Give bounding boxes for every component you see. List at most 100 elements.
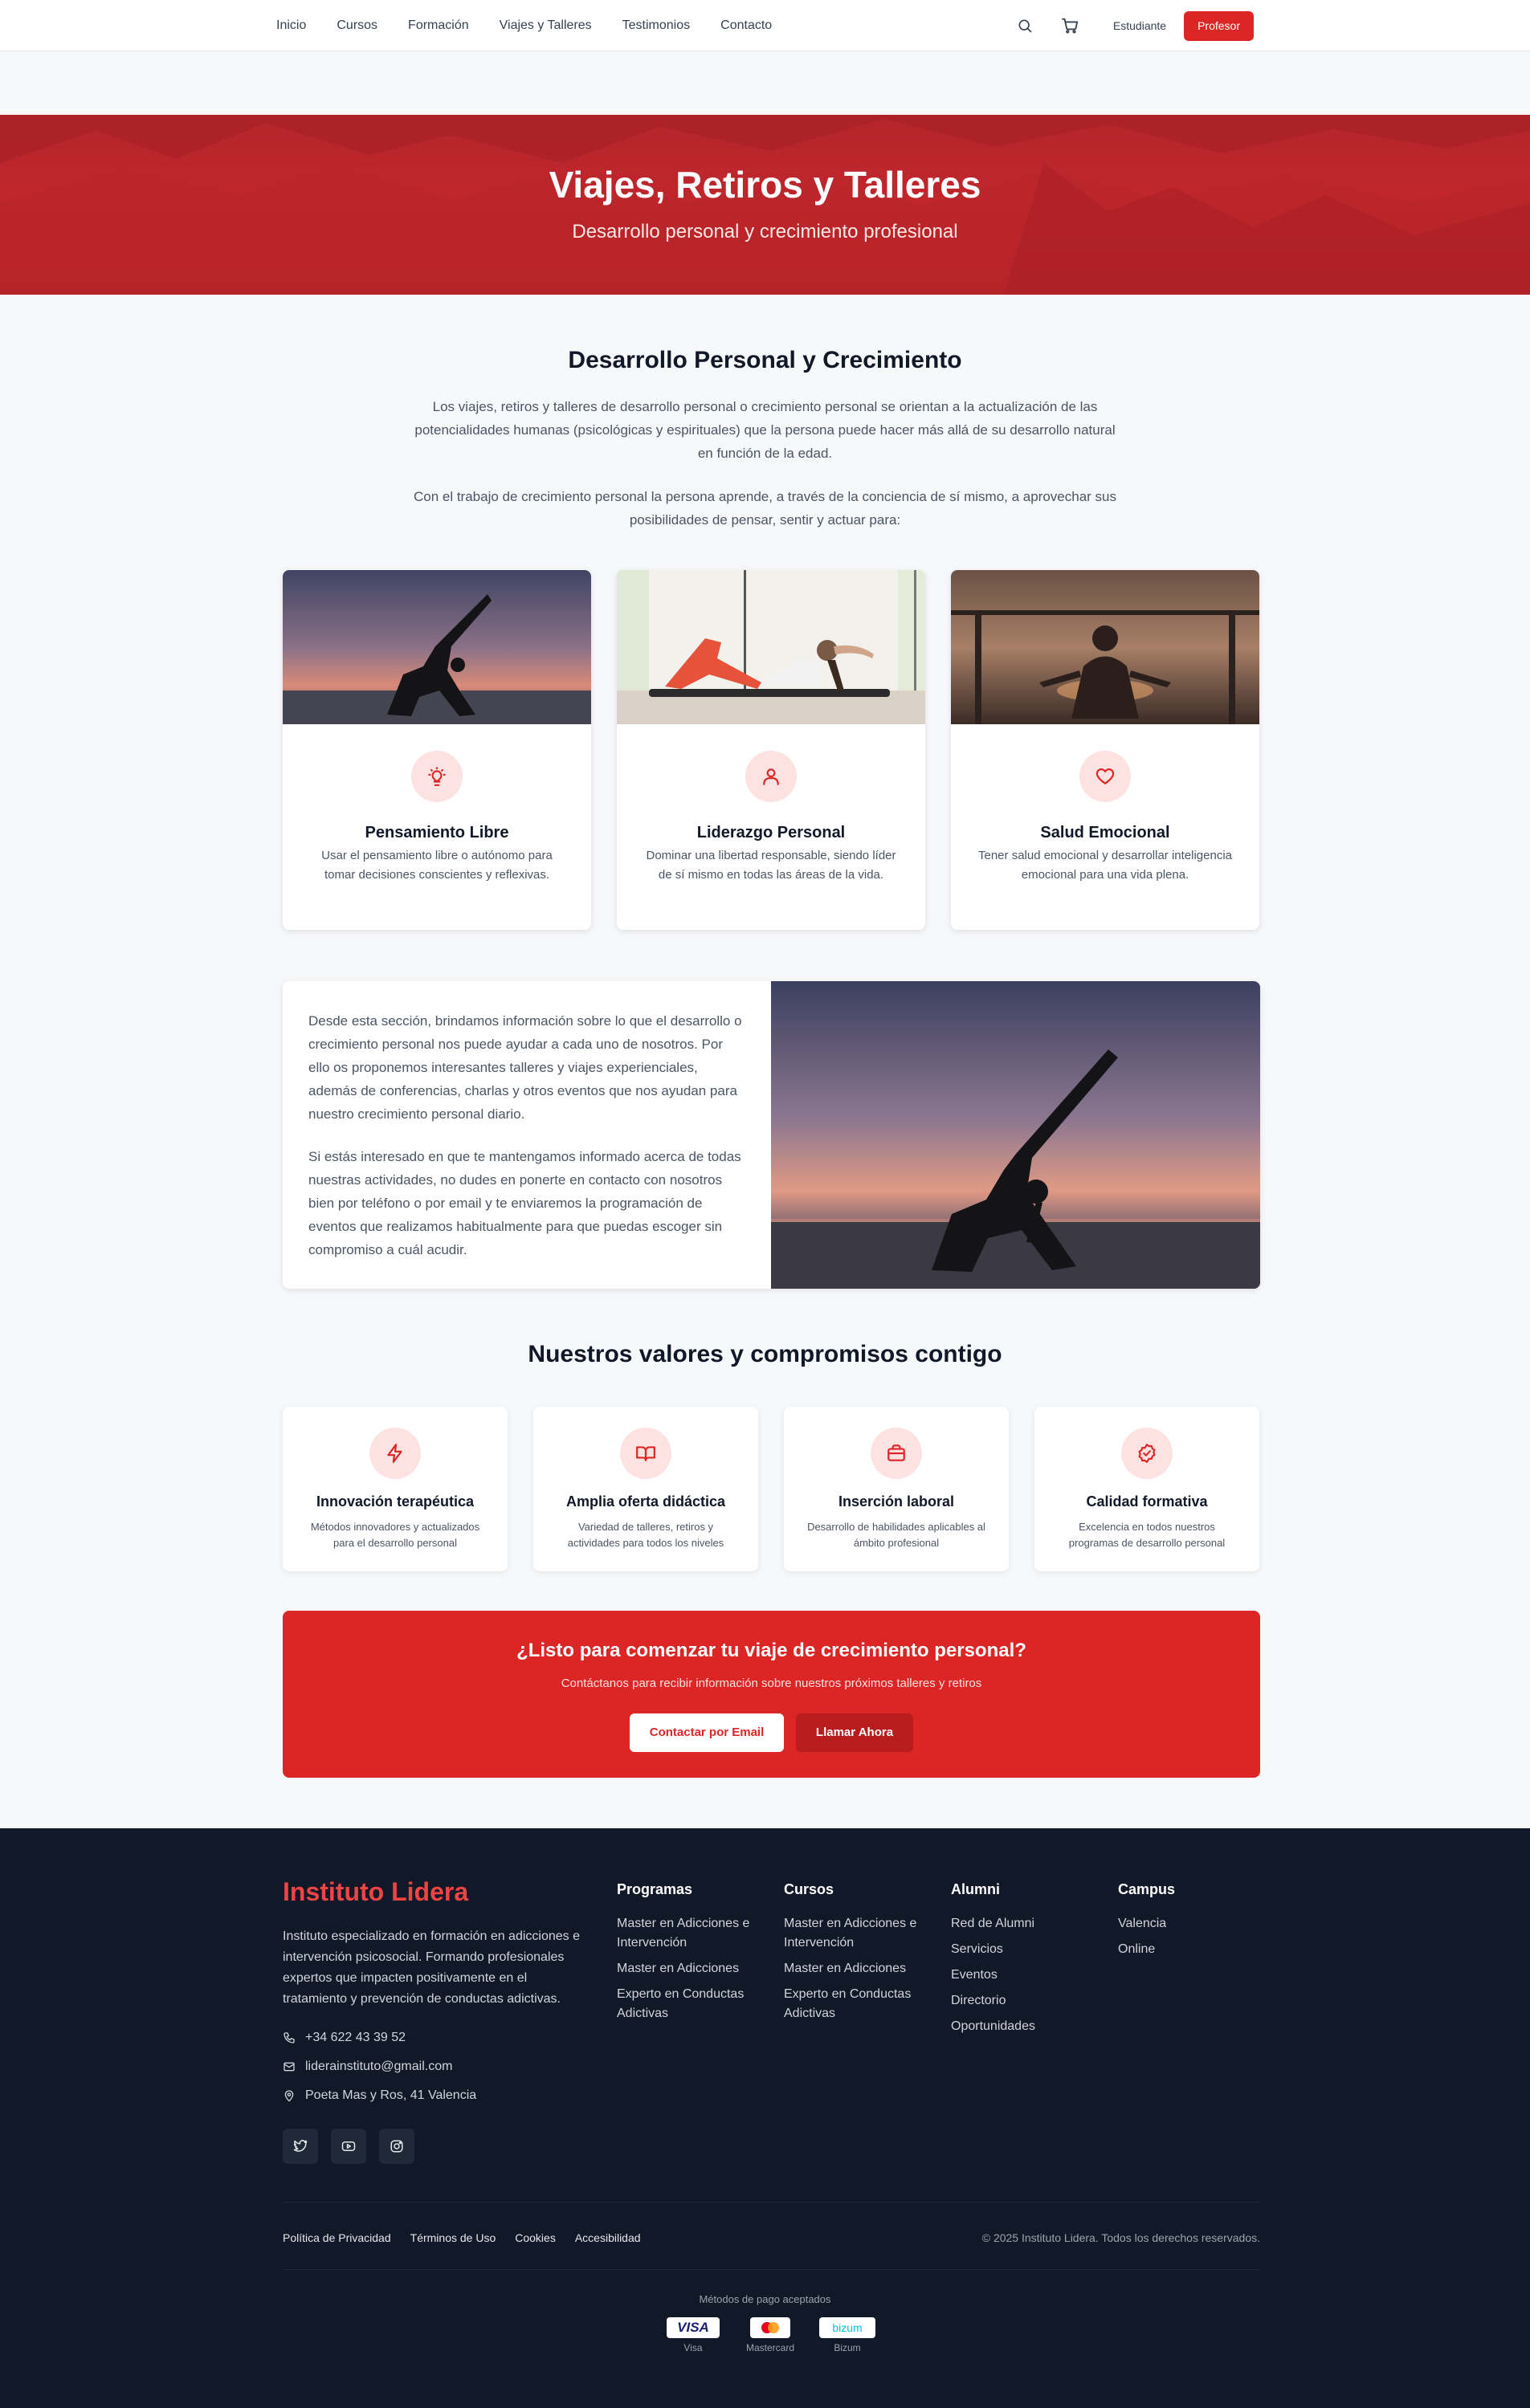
footer-column-alumni: Alumni Red de Alumni Servicios Eventos D…	[951, 1881, 1095, 2043]
footer-link[interactable]: Directorio	[951, 1991, 1095, 2011]
meditation-image	[951, 570, 1259, 724]
footer-link[interactable]: Red de Alumni	[951, 1914, 1095, 1933]
cart-icon	[1061, 18, 1078, 34]
footer-address: Poeta Mas y Ros, 41 Valencia	[283, 2088, 476, 2103]
footer-link[interactable]: Servicios	[951, 1940, 1095, 1959]
footer-column-title: Campus	[1118, 1881, 1176, 1897]
sunset-yoga-image	[283, 570, 591, 724]
feature-card-pensamiento: Pensamiento Libre Usar el pensamiento li…	[283, 570, 591, 930]
footer-link[interactable]: Master en Adicciones	[784, 1959, 928, 1978]
mastercard-icon	[750, 2317, 790, 2338]
nav-link-formacion[interactable]: Formación	[408, 18, 469, 33]
value-card-oferta: Amplia oferta didáctica Variedad de tall…	[533, 1407, 758, 1571]
value-card-innovacion: Innovación terapéutica Métodos innovador…	[283, 1407, 508, 1571]
value-description: Desarrollo de habilidades aplicables al …	[807, 1521, 985, 1549]
youtube-icon	[341, 2141, 356, 2151]
footer-column-campus: Campus Valencia Online	[1118, 1881, 1263, 1966]
feature-icon-circle	[745, 751, 797, 802]
footer-phone[interactable]: +34 622 43 39 52	[283, 2031, 406, 2045]
nav-link-contacto[interactable]: Contacto	[720, 18, 772, 33]
intro-paragraph-1: Los viajes, retiros y talleres de desarr…	[414, 399, 1116, 461]
call-now-button[interactable]: Llamar Ahora	[796, 1713, 913, 1752]
feature-card-liderazgo: Liderazgo Personal Dominar una libertad …	[617, 570, 925, 930]
payment-methods-title: Métodos de pago aceptados	[699, 2293, 831, 2305]
value-description: Excelencia en todos nuestros programas d…	[1068, 1521, 1226, 1549]
feature-description: Dominar una libertad responsable, siendo…	[646, 849, 896, 882]
teacher-button[interactable]: Profesor	[1184, 10, 1254, 41]
value-title: Amplia oferta didáctica	[565, 1493, 726, 1510]
nav-link-inicio[interactable]: Inicio	[276, 18, 306, 33]
payment-bizum: bizum Bizum	[819, 2317, 875, 2353]
copyright: © 2025 Instituto Lidera. Todos los derec…	[981, 2231, 1260, 2244]
twitter-icon	[293, 2140, 308, 2152]
search-button[interactable]	[1009, 10, 1041, 42]
footer-link[interactable]: Valencia	[1118, 1914, 1263, 1933]
hero-title: Viajes, Retiros y Talleres	[549, 164, 981, 206]
value-description: Variedad de talleres, retiros y activida…	[567, 1521, 724, 1549]
footer-email[interactable]: liderainstituto@gmail.com	[283, 2060, 452, 2074]
youtube-button[interactable]	[331, 2129, 366, 2164]
section-title-desarrollo: Desarrollo Personal y Crecimiento	[568, 347, 962, 373]
nav-link-viajes[interactable]: Viajes y Talleres	[500, 18, 592, 33]
footer-link[interactable]: Eventos	[951, 1966, 1095, 1985]
info-paragraph-1: Desde esta sección, brindamos informació…	[308, 1013, 742, 1122]
info-block: Desde esta sección, brindamos informació…	[283, 981, 1260, 1289]
value-card-insercion: Inserción laboral Desarrollo de habilida…	[784, 1407, 1009, 1571]
footer-link[interactable]: Master en Adicciones e Intervención	[784, 1914, 928, 1953]
nav-link-cursos[interactable]: Cursos	[337, 18, 377, 33]
footer-link[interactable]: Experto en Conductas Adictivas	[617, 1985, 769, 2023]
payment-visa: VISA Visa	[667, 2317, 720, 2353]
footer-column-title: Cursos	[784, 1881, 834, 1897]
footer: Instituto Lidera Instituto especializado…	[0, 1828, 1530, 2408]
phone-icon	[284, 2032, 295, 2043]
hero-subtitle: Desarrollo personal y crecimiento profes…	[572, 221, 958, 242]
footer-link[interactable]: Experto en Conductas Adictivas	[784, 1985, 928, 2023]
instagram-icon	[390, 2140, 403, 2153]
footer-link[interactable]: Master en Adicciones	[617, 1959, 769, 1978]
feature-card-salud: Salud Emocional Tener salud emocional y …	[951, 570, 1259, 930]
contact-email-button[interactable]: Contactar por Email	[630, 1713, 784, 1752]
twitter-button[interactable]	[283, 2129, 318, 2164]
phone-text: +34 622 43 39 52	[305, 2031, 406, 2044]
payment-mastercard: Mastercard	[744, 2317, 797, 2353]
top-navbar: Inicio Cursos Formación Viajes y Tallere…	[0, 0, 1530, 51]
footer-link[interactable]: Master en Adicciones e Intervención	[617, 1914, 769, 1953]
footer-brand: Instituto Lidera	[283, 1877, 469, 1906]
feature-description: Usar el pensamiento libre o autónomo par…	[321, 849, 553, 882]
terms-link[interactable]: Términos de Uso	[410, 2231, 496, 2244]
fitness-woman-image	[617, 570, 925, 724]
value-title: Inserción laboral	[838, 1493, 955, 1510]
value-card-calidad: Calidad formativa Excelencia en todos nu…	[1034, 1407, 1259, 1571]
nav-link-testimonios[interactable]: Testimonios	[622, 18, 690, 33]
cart-button[interactable]	[1054, 10, 1086, 42]
user-icon	[763, 768, 779, 785]
feature-title: Pensamiento Libre	[365, 824, 509, 841]
cta-title: ¿Listo para comenzar tu viaje de crecimi…	[516, 1640, 1026, 1661]
bizum-icon: bizum	[819, 2317, 875, 2338]
student-button[interactable]: Estudiante	[1108, 13, 1171, 39]
footer-link[interactable]: Online	[1118, 1940, 1263, 1959]
nav-links: Inicio Cursos Formación Viajes y Tallere…	[276, 18, 802, 33]
privacy-link[interactable]: Política de Privacidad	[283, 2231, 391, 2244]
hero-banner: Viajes, Retiros y Talleres Desarrollo pe…	[0, 115, 1530, 295]
footer-link[interactable]: Oportunidades	[951, 2017, 1095, 2036]
feature-icon-circle	[1079, 751, 1131, 802]
visa-icon: VISA	[667, 2317, 720, 2338]
value-icon-circle	[1121, 1428, 1173, 1479]
cookies-link[interactable]: Cookies	[515, 2231, 556, 2244]
cta-banner: ¿Listo para comenzar tu viaje de crecimi…	[283, 1611, 1260, 1778]
value-description: Métodos innovadores y actualizados para …	[310, 1521, 480, 1549]
badge-check-icon	[1138, 1444, 1156, 1463]
address-text: Poeta Mas y Ros, 41 Valencia	[305, 2088, 477, 2102]
feature-icon-circle	[411, 751, 463, 802]
value-icon-circle	[871, 1428, 922, 1479]
value-icon-circle	[620, 1428, 671, 1479]
feature-description: Tener salud emocional y desarrollar inte…	[978, 849, 1233, 882]
footer-column-title: Alumni	[951, 1881, 1000, 1897]
values-title: Nuestros valores y compromisos contigo	[528, 1341, 1002, 1367]
heart-icon	[1095, 768, 1115, 784]
value-title: Calidad formativa	[1086, 1493, 1208, 1510]
instagram-button[interactable]	[379, 2129, 414, 2164]
footer-description: Instituto especializado en formación en …	[283, 1929, 580, 2006]
accessibility-link[interactable]: Accesibilidad	[575, 2231, 641, 2244]
